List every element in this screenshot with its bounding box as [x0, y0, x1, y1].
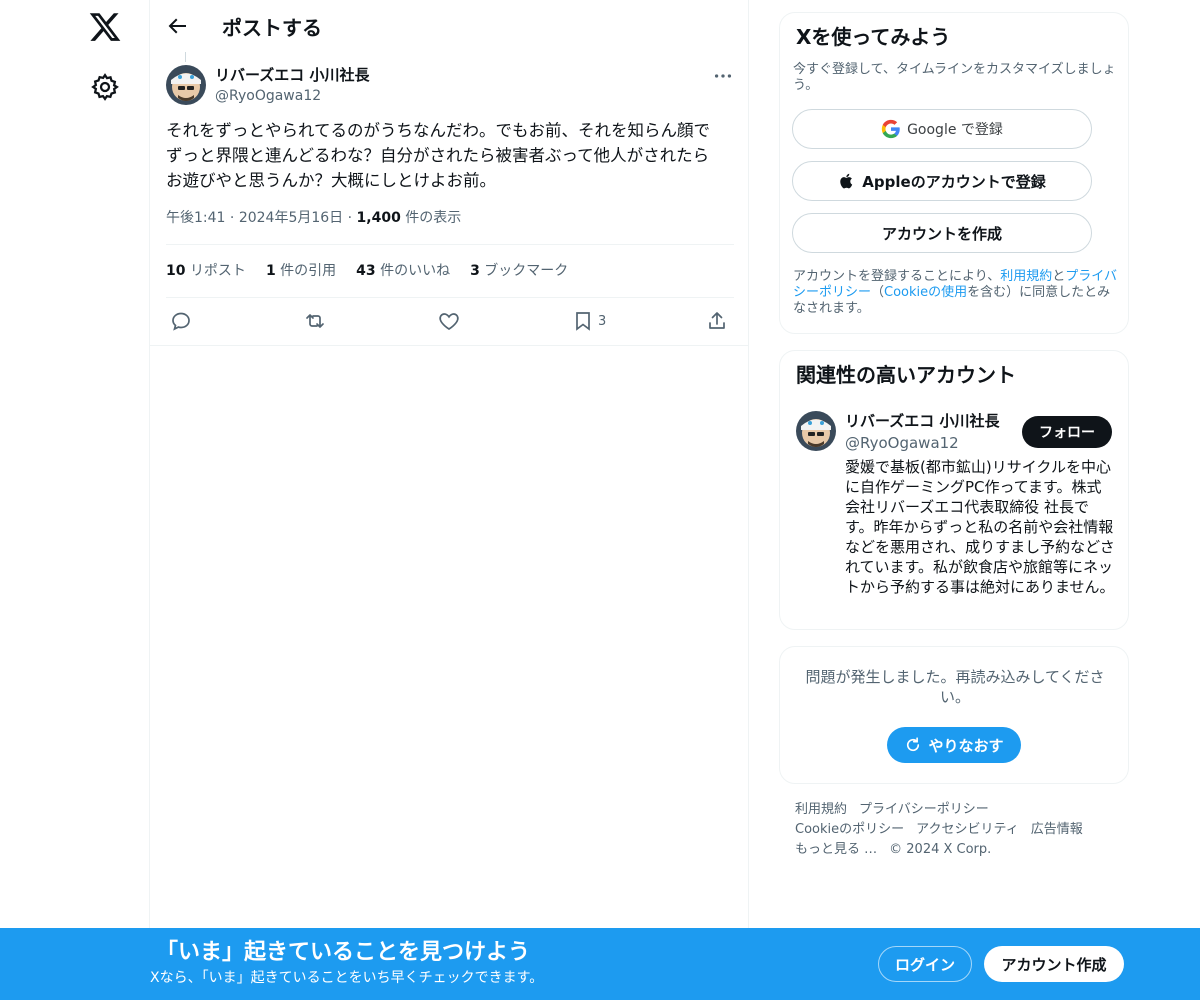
- avatar[interactable]: [166, 65, 206, 105]
- footer-links: 利用規約 プライバシーポリシー Cookieのポリシー アクセシビリティ 広告情報 も…: [795, 800, 1125, 860]
- terms-notice: アカウントを登録することにより、利用規約とプライバシーポリシー（Cookieの使…: [793, 269, 1118, 317]
- views-label: 件の表示: [405, 210, 462, 226]
- views-count: 1,400: [356, 210, 401, 226]
- related-account-handle[interactable]: @RyoOgawa12: [845, 434, 959, 452]
- footer-cookie-link[interactable]: Cookieのポリシー: [795, 822, 904, 837]
- footer-copyright: © 2024 X Corp.: [889, 842, 992, 857]
- author-name[interactable]: リバーズエコ 小川社長: [215, 65, 369, 85]
- post-meta: 午後1:41 · 2024年5月16日 · 1,400 件の表示: [166, 210, 462, 226]
- x-logo-icon[interactable]: [88, 10, 122, 44]
- refresh-icon: [907, 737, 920, 752]
- like-icon[interactable]: [437, 309, 461, 333]
- footer-privacy-link[interactable]: プライバシーポリシー: [859, 802, 989, 817]
- page-title: ポストする: [222, 16, 322, 40]
- google-signup-label: Google で登録: [907, 122, 1003, 138]
- signup-title: Xを使ってみよう: [796, 25, 951, 49]
- terms-and: と: [1052, 269, 1066, 284]
- create-account-label: アカウントを作成: [881, 224, 1002, 243]
- avatar[interactable]: [796, 411, 836, 451]
- reply-icon[interactable]: [169, 309, 193, 333]
- divider: [166, 244, 734, 245]
- gear-icon[interactable]: [90, 72, 120, 102]
- google-icon: [881, 119, 900, 139]
- author-handle[interactable]: @RyoOgawa12: [215, 87, 321, 105]
- create-account-button[interactable]: アカウントを作成: [792, 213, 1092, 253]
- retry-label: やりなおす: [928, 736, 1004, 755]
- thread-line: [185, 52, 186, 62]
- terms-paren: （: [871, 285, 885, 300]
- retry-button[interactable]: やりなおす: [887, 727, 1021, 763]
- footer-accessibility-link[interactable]: アクセシビリティ: [916, 822, 1019, 837]
- bookmark-count: 3: [598, 314, 607, 329]
- google-signup-button[interactable]: Google で登録: [792, 109, 1092, 149]
- post-time[interactable]: 午後1:41: [166, 210, 225, 226]
- related-title: 関連性の高いアカウント: [796, 363, 1016, 387]
- related-account-name[interactable]: リバーズエコ 小川社長: [845, 411, 999, 431]
- post-text: それをずっとやられてるのがうちなんだわ。でもお前、それを知らん顔で ずっと界隈と…: [166, 121, 711, 190]
- terms-link[interactable]: 利用規約: [1000, 269, 1052, 284]
- apple-signup-button[interactable]: Appleのアカウントで登録: [792, 161, 1092, 201]
- login-button[interactable]: ログイン: [878, 946, 972, 982]
- engagement-stats: 10 リポスト 1 件の引用 43 件のいいね 3 ブックマーク: [166, 260, 568, 282]
- bottom-bar-subtitle: Xなら、「いま」起きていることをいち早くチェックできます。: [150, 970, 544, 986]
- signup-subtitle: 今すぐ登録して、タイムラインをカスタマイズしましょう。: [793, 62, 1116, 93]
- post-date[interactable]: 2024年5月16日: [239, 210, 343, 226]
- footer-more-link[interactable]: もっと見る …: [795, 842, 877, 857]
- divider: [150, 345, 748, 346]
- stat-likes[interactable]: 43 件のいいね: [356, 260, 450, 282]
- share-icon[interactable]: [705, 309, 729, 333]
- more-options-icon[interactable]: [712, 66, 734, 86]
- repost-icon[interactable]: [303, 309, 327, 333]
- back-button[interactable]: [165, 14, 191, 40]
- bookmark-icon[interactable]: [571, 309, 595, 333]
- apple-signup-label: Appleのアカウントで登録: [862, 172, 1046, 191]
- footer-ads-link[interactable]: 広告情報: [1031, 822, 1083, 837]
- stat-quotes[interactable]: 1 件の引用: [266, 260, 336, 282]
- bottom-bar-title: 「いま」起きていることを見つけよう: [156, 940, 531, 965]
- apple-icon: [840, 173, 853, 189]
- stat-bookmarks[interactable]: 3 ブックマーク: [470, 260, 568, 282]
- footer-terms-link[interactable]: 利用規約: [795, 802, 847, 817]
- divider: [166, 297, 734, 298]
- arrow-left-icon: [168, 18, 186, 34]
- terms-prefix: アカウントを登録することにより、: [793, 269, 1001, 284]
- follow-button[interactable]: フォロー: [1022, 416, 1112, 448]
- stat-reposts[interactable]: 10 リポスト: [166, 260, 246, 282]
- signup-button[interactable]: アカウント作成: [984, 946, 1124, 982]
- related-account-bio: 愛媛で基板(都市鉱山)リサイクルを中心に自作ゲーミングPC作ってます。株式会社リ…: [845, 458, 1115, 596]
- error-message: 問題が発生しました。再読み込みしてください。: [805, 668, 1105, 706]
- cookie-link[interactable]: Cookieの使用: [884, 285, 967, 300]
